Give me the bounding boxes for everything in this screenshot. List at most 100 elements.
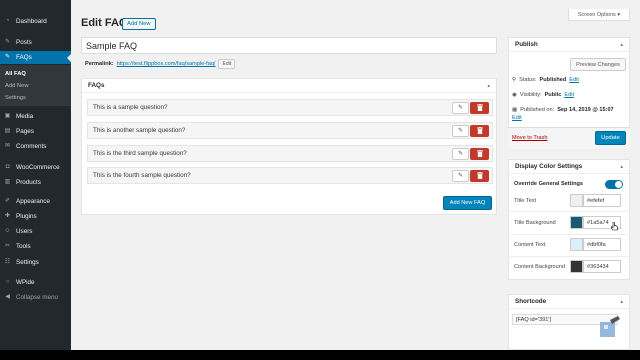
letterbox-bar: [0, 350, 640, 360]
sidebar-item-label: WooCommerce: [16, 164, 60, 171]
trash-icon[interactable]: [470, 169, 489, 182]
faq-question: This is another sample question?: [93, 127, 186, 134]
trash-icon[interactable]: [470, 101, 489, 114]
published-label: Published on:: [520, 107, 555, 113]
sidebar-item-plugins[interactable]: ✚ Plugins: [0, 210, 71, 223]
submenu-all-faq[interactable]: All FAQ: [5, 71, 26, 77]
title-text-label: Title Text: [514, 198, 537, 204]
title-text-swatch[interactable]: [570, 194, 583, 207]
content-background-swatch[interactable]: [570, 260, 583, 273]
faq-item[interactable]: This is a sample question? ✎: [87, 99, 493, 116]
pencil-icon[interactable]: ✎: [452, 101, 469, 114]
settings-icon: ☷: [4, 259, 11, 265]
visibility-label: Visibility:: [519, 92, 542, 98]
trash-icon[interactable]: [470, 124, 489, 137]
permalink-link[interactable]: https://test.flippbox.com/faq/sample-faq…: [117, 61, 216, 67]
sidebar-item-pages[interactable]: ▤ Pages: [0, 125, 71, 138]
pin-icon: ⚲: [512, 77, 517, 83]
status-edit-link[interactable]: Edit: [569, 77, 579, 83]
sidebar-collapse-menu[interactable]: ◀ Collapse menu: [0, 291, 71, 304]
permalink-edit-button[interactable]: Edit: [218, 59, 236, 69]
title-text-color-input[interactable]: #efefef: [583, 194, 621, 207]
submenu-settings[interactable]: Settings: [5, 95, 26, 101]
content-text-color-input[interactable]: #dbf0fa: [583, 238, 621, 251]
pushpin-icon: ✎: [4, 39, 11, 45]
add-new-faq-button[interactable]: Add New FAQ: [443, 196, 492, 210]
sidebar-item-label: Posts: [16, 39, 32, 46]
published-edit-link[interactable]: Edit: [512, 115, 522, 121]
sidebar-item-woocommerce[interactable]: ◘ WooCommerce: [0, 161, 71, 174]
override-general-settings-toggle[interactable]: [605, 180, 623, 189]
title-background-swatch[interactable]: [570, 216, 583, 229]
sidebar-item-products[interactable]: ▥ Products: [0, 176, 71, 189]
content-text-swatch[interactable]: [570, 238, 583, 251]
screen-options-button[interactable]: Screen Options ▾: [568, 9, 630, 21]
collapse-arrow-icon[interactable]: ▲: [487, 83, 491, 88]
submenu-add-new[interactable]: Add New: [5, 83, 29, 89]
title-background-label: Title Background: [514, 220, 556, 226]
sidebar-item-wpide[interactable]: ○ WPide: [0, 276, 71, 289]
collapse-arrow-icon[interactable]: ▲: [620, 42, 624, 47]
content-background-color-input[interactable]: #363434: [583, 260, 621, 273]
collapse-arrow-icon[interactable]: ▲: [620, 164, 624, 169]
trash-icon[interactable]: [470, 147, 489, 160]
sidebar-item-faqs[interactable]: ✎ FAQs: [0, 51, 71, 64]
sidebar-item-label: Pages: [16, 128, 34, 135]
visibility-row: ◉ Visibility: Public Edit: [512, 92, 574, 98]
wpide-icon: ○: [5, 279, 10, 285]
users-icon: ☺: [4, 228, 11, 234]
publish-box-title: Publish: [515, 41, 538, 48]
publish-box-header[interactable]: Publish ▲: [509, 38, 629, 52]
tools-icon: ✂: [4, 243, 11, 249]
faq-item[interactable]: This is the third sample question? ✎: [87, 145, 493, 162]
sidebar-item-media[interactable]: ▣ Media: [0, 110, 71, 123]
permalink-label: Permalink:: [85, 61, 114, 67]
admin-sidebar: ◔ Dashboard ✎ Posts ✎ FAQs All FAQ Add N…: [0, 0, 71, 350]
sidebar-item-label: Tools: [16, 243, 31, 250]
status-label: Status:: [519, 77, 537, 83]
display-color-settings-title: Display Color Settings: [515, 163, 583, 170]
appearance-icon: ✐: [4, 198, 11, 204]
pencil-icon[interactable]: ✎: [452, 169, 469, 182]
faq-item[interactable]: This is another sample question? ✎: [87, 122, 493, 139]
sidebar-item-label: Comments: [16, 143, 47, 150]
sidebar-item-posts[interactable]: ✎ Posts: [0, 36, 71, 49]
products-icon: ▥: [4, 179, 11, 185]
faqs-box-header[interactable]: FAQs ▲: [82, 79, 496, 93]
status-value: Published: [539, 77, 567, 83]
media-icon: ▣: [4, 113, 11, 119]
visibility-edit-link[interactable]: Edit: [564, 92, 574, 98]
sidebar-item-label: Media: [16, 113, 34, 120]
permalink-row: Permalink: https://test.flippbox.com/faq…: [85, 59, 236, 69]
divider: [508, 256, 630, 257]
sidebar-item-appearance[interactable]: ✐ Appearance: [0, 195, 71, 208]
screen-options-label: Screen Options ▾: [577, 11, 621, 18]
faq-item[interactable]: This is the fourth sample question? ✎: [87, 167, 493, 184]
add-new-button[interactable]: Add New: [122, 18, 156, 30]
sidebar-item-label: Products: [16, 179, 41, 186]
eye-icon: ◉: [512, 92, 517, 98]
sidebar-item-users[interactable]: ☺ Users: [0, 225, 71, 238]
sidebar-item-dashboard[interactable]: ◔ Dashboard: [0, 15, 71, 28]
faq-icon: ✎: [4, 54, 11, 60]
preview-changes-button[interactable]: Preview Changes: [570, 58, 626, 71]
post-title-input[interactable]: Sample FAQ: [81, 37, 497, 54]
display-color-settings-header[interactable]: Display Color Settings ▲: [509, 160, 629, 174]
faqs-submenu: All FAQ Add New Settings: [0, 65, 71, 106]
collapse-arrow-icon[interactable]: ▲: [620, 299, 624, 304]
woocommerce-icon: ◘: [5, 164, 10, 170]
sidebar-item-comments[interactable]: ✉ Comments: [0, 140, 71, 153]
status-row: ⚲ Status: Published Edit: [512, 77, 579, 83]
pencil-icon[interactable]: ✎: [452, 147, 469, 160]
content-background-label: Content Background: [514, 264, 565, 270]
pencil-icon[interactable]: ✎: [452, 124, 469, 137]
shortcode-box-header[interactable]: Shortcode ▲: [509, 295, 629, 309]
published-value: Sep 14, 2019 @ 15:07: [557, 107, 614, 113]
update-button[interactable]: Update: [595, 131, 626, 145]
sidebar-item-tools[interactable]: ✂ Tools: [0, 240, 71, 253]
sidebar-item-settings[interactable]: ☷ Settings: [0, 256, 71, 269]
faqs-box-title: FAQs: [88, 82, 105, 89]
sidebar-item-label: Dashboard: [16, 18, 47, 25]
move-to-trash-link[interactable]: Move to Trash: [512, 135, 547, 141]
sidebar-item-label: Settings: [16, 259, 39, 266]
